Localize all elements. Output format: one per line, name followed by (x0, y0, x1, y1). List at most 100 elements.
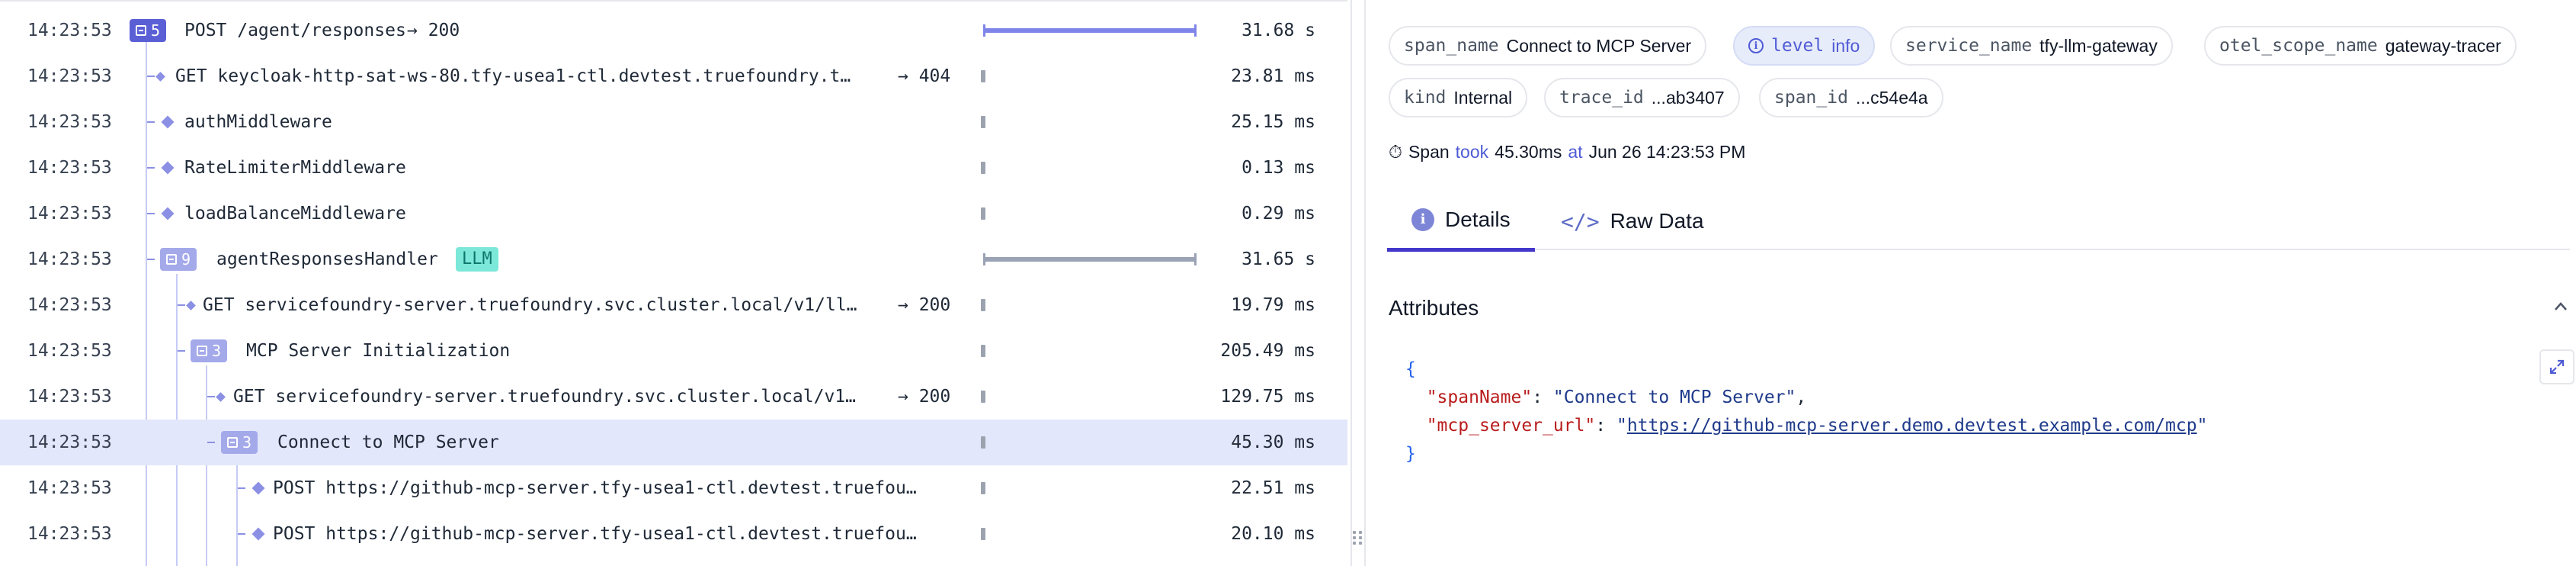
span-duration: 23.81 ms (1231, 66, 1315, 86)
tree-branch (178, 350, 185, 352)
span-summary: ⏱ Span took 45.30ms at Jun 26 14:23:53 P… (1389, 142, 1745, 162)
chip-otel-scope-name[interactable]: otel_scope_name gateway-tracer (2204, 26, 2517, 66)
trace-row[interactable]: 14:23:53 POST https://github-mcp-server.… (0, 465, 1347, 511)
duration-bar (981, 528, 985, 540)
code-icon: </> (1561, 208, 1600, 234)
chevron-up-icon[interactable] (2553, 299, 2568, 314)
row-time: 14:23:53 (27, 295, 112, 315)
child-count: 3 (242, 433, 252, 452)
row-time: 14:23:53 (27, 158, 112, 178)
span-name: GET keycloak-http-sat-ws-80.tfy-usea1-ct… (175, 66, 851, 86)
tree-branch (238, 487, 245, 489)
span-name: loadBalanceMiddleware (184, 204, 406, 224)
span-name: GET servicefoundry-server.truefoundry.sv… (233, 387, 856, 407)
minus-square-icon (227, 437, 238, 448)
detail-tabs: i Details </> Raw Data (1387, 191, 2570, 252)
minus-square-icon (166, 254, 177, 265)
tab-details[interactable]: i Details (1387, 191, 1535, 252)
chip-kind[interactable]: kind Internal (1389, 78, 1528, 117)
llm-badge: LLM (456, 247, 498, 272)
span-name: POST https://github-mcp-server.tfy-usea1… (273, 524, 917, 544)
span-duration: 19.79 ms (1231, 295, 1315, 315)
collapse-toggle[interactable]: 3 (221, 431, 258, 454)
row-time: 14:23:53 (27, 341, 112, 361)
chip-value: ...c54e4a (1855, 87, 1928, 108)
trace-row[interactable]: 14:23:53 loadBalanceMiddleware 0.29 ms (0, 191, 1347, 236)
chip-key: service_name (1905, 36, 2033, 56)
tree-branch (147, 167, 155, 169)
trace-row[interactable]: 14:23:53 GET servicefoundry-server.truef… (0, 282, 1347, 328)
tab-raw-data[interactable]: </> Raw Data (1536, 191, 1729, 252)
duration-bar (981, 436, 985, 449)
trace-row[interactable]: 14:23:53 5 POST /agent/responses → 200 3… (0, 8, 1347, 53)
tab-label: Raw Data (1610, 209, 1704, 233)
trace-row[interactable]: 14:23:53 authMiddleware 25.15 ms (0, 99, 1347, 145)
json-quote: " (1616, 416, 1627, 436)
row-time: 14:23:53 (27, 112, 112, 132)
summary-at-label: at (1568, 142, 1583, 162)
span-name: MCP Server Initialization (246, 341, 511, 361)
json-value: "Connect to MCP Server" (1552, 388, 1796, 407)
child-count: 9 (181, 250, 191, 269)
child-count: 5 (151, 21, 161, 40)
chip-level[interactable]: i level info (1733, 26, 1876, 66)
duration-bar (981, 345, 985, 357)
info-icon: i (1748, 38, 1764, 53)
trace-row[interactable]: 14:23:53 RateLimiterMiddleware 0.13 ms (0, 145, 1347, 191)
chip-key: span_id (1774, 88, 1848, 108)
duration-bar (981, 482, 985, 494)
status-code: → 404 (898, 66, 951, 86)
chip-span-id[interactable]: span_id ...c54e4a (1759, 78, 1943, 117)
span-duration: 25.15 ms (1231, 112, 1315, 132)
span-diamond-icon (186, 301, 196, 310)
span-duration: 20.10 ms (1231, 524, 1315, 544)
span-duration: 205.49 ms (1220, 341, 1315, 361)
span-name: POST /agent/responses (184, 21, 406, 40)
attributes-json: { "spanName": "Connect to MCP Server", "… (1405, 359, 2208, 464)
span-name: RateLimiterMiddleware (184, 158, 406, 178)
duration-bar (981, 116, 985, 128)
trace-row[interactable]: 14:23:53 9 agentResponsesHandler LLM 31.… (0, 236, 1347, 282)
trace-row-selected[interactable]: 14:23:53 3 Connect to MCP Server 45.30 m… (0, 420, 1347, 465)
resize-handle-icon[interactable] (1352, 526, 1363, 549)
tab-label: Details (1445, 207, 1511, 231)
span-duration: 129.75 ms (1220, 387, 1315, 407)
mcp-server-url-link[interactable]: https://github-mcp-server.demo.devtest.e… (1627, 416, 2197, 436)
chip-value: tfy-llm-gateway (2039, 35, 2158, 56)
span-name: authMiddleware (184, 112, 332, 132)
duration-bar (983, 24, 1197, 37)
trace-row[interactable]: 14:23:53 GET keycloak-http-sat-ws-80.tfy… (0, 53, 1347, 99)
summary-span-label: Span (1408, 142, 1450, 162)
chip-trace-id[interactable]: trace_id ...ab3407 (1544, 78, 1740, 117)
json-key: "mcp_server_url" (1426, 416, 1596, 436)
duration-bar (981, 391, 985, 403)
chip-key: kind (1404, 88, 1447, 108)
collapse-toggle[interactable]: 9 (160, 248, 197, 271)
duration-bar (981, 70, 985, 82)
span-name: Connect to MCP Server (277, 433, 499, 452)
collapse-toggle[interactable]: 3 (191, 339, 228, 362)
status-code: → 200 (407, 21, 460, 40)
span-diamond-icon (252, 527, 265, 541)
collapse-toggle[interactable]: 5 (130, 19, 167, 42)
panel-divider (1350, 0, 1352, 566)
status-code: → 200 (898, 387, 951, 407)
trace-row[interactable]: 14:23:53 GET servicefoundry-server.truef… (0, 374, 1347, 420)
chip-span-name[interactable]: span_name Connect to MCP Server (1389, 26, 1707, 66)
tree-branch (147, 121, 155, 123)
trace-row[interactable]: 14:23:53 POST https://github-mcp-server.… (0, 511, 1347, 557)
expand-icon (2549, 359, 2565, 375)
trace-row[interactable]: 14:23:53 3 MCP Server Initialization 205… (0, 328, 1347, 374)
chip-value: gateway-tracer (2385, 35, 2501, 56)
stopwatch-icon: ⏱ (1389, 142, 1402, 162)
row-time: 14:23:53 (27, 204, 112, 224)
expand-button[interactable] (2539, 349, 2574, 384)
span-name: GET servicefoundry-server.truefoundry.sv… (203, 295, 857, 315)
json-key: "spanName" (1426, 388, 1533, 407)
tree-branch (147, 259, 155, 260)
row-time: 14:23:53 (27, 249, 112, 269)
row-time: 14:23:53 (27, 433, 112, 452)
chip-service-name[interactable]: service_name tfy-llm-gateway (1890, 26, 2173, 66)
minus-square-icon (136, 25, 146, 36)
summary-duration: 45.30ms (1495, 142, 1562, 162)
